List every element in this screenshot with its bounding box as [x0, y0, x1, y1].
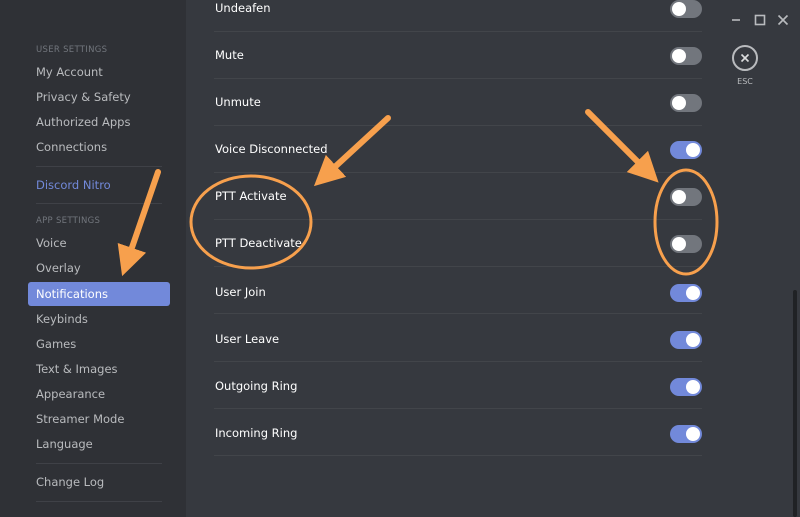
sidebar-item-streamer-mode[interactable]: Streamer Mode: [28, 407, 170, 431]
maximize-icon: [754, 14, 766, 26]
minimize-button[interactable]: [728, 12, 744, 28]
notification-row: PTT Activate: [214, 173, 702, 220]
toggle-knob: [672, 49, 686, 63]
notifications-panel: Undeafen Mute Unmute Voice Disconnected …: [186, 0, 716, 517]
close-x-icon: [740, 53, 750, 63]
notification-row: Undeafen: [214, 0, 702, 32]
sidebar-item-privacy-safety[interactable]: Privacy & Safety: [28, 85, 170, 109]
app-settings-header: APP SETTINGS: [36, 216, 101, 226]
toggle-knob: [686, 427, 700, 441]
notification-row: Incoming Ring: [214, 409, 702, 456]
esc-label: ESC: [737, 77, 753, 86]
notification-row: User Join: [214, 267, 702, 314]
maximize-button[interactable]: [752, 12, 768, 28]
sidebar-divider: [36, 501, 162, 502]
sidebar-item-overlay[interactable]: Overlay: [28, 256, 170, 280]
sidebar-item-voice[interactable]: Voice: [28, 231, 170, 255]
sidebar-item-notifications[interactable]: Notifications: [28, 282, 170, 306]
row-label-undeafen: Undeafen: [215, 1, 271, 15]
close-icon: [777, 14, 789, 26]
toggle-knob: [686, 333, 700, 347]
sidebar-item-language[interactable]: Language: [28, 432, 170, 456]
row-label-outgoing-ring: Outgoing Ring: [215, 379, 298, 393]
close-window-button[interactable]: [775, 12, 791, 28]
sidebar-divider: [36, 463, 162, 464]
sidebar-item-change-log[interactable]: Change Log: [28, 470, 170, 494]
toggle-knob: [686, 286, 700, 300]
row-label-incoming-ring: Incoming Ring: [215, 426, 298, 440]
row-label-voice-disconnected: Voice Disconnected: [215, 142, 328, 156]
sidebar-divider: [36, 203, 162, 204]
sidebar-item-games[interactable]: Games: [28, 332, 170, 356]
row-label-mute: Mute: [215, 48, 244, 62]
settings-sidebar: USER SETTINGS My Account Privacy & Safet…: [0, 0, 186, 517]
sidebar-divider: [36, 166, 162, 167]
sidebar-item-text-images[interactable]: Text & Images: [28, 357, 170, 381]
sidebar-item-appearance[interactable]: Appearance: [28, 382, 170, 406]
notification-row: Voice Disconnected: [214, 126, 702, 173]
toggle-knob: [672, 237, 686, 251]
toggle-ptt-activate[interactable]: [670, 188, 702, 206]
sidebar-item-authorized-apps[interactable]: Authorized Apps: [28, 110, 170, 134]
notification-row: Unmute: [214, 79, 702, 126]
toggle-knob: [686, 143, 700, 157]
notification-row: Outgoing Ring: [214, 362, 702, 409]
close-settings-button[interactable]: [732, 45, 758, 71]
toggle-incoming-ring[interactable]: [670, 425, 702, 443]
toggle-ptt-deactivate[interactable]: [670, 235, 702, 253]
row-label-unmute: Unmute: [215, 95, 261, 109]
sidebar-item-keybinds[interactable]: Keybinds: [28, 307, 170, 331]
toggle-user-join[interactable]: [670, 284, 702, 302]
row-label-ptt-deactivate: PTT Deactivate: [215, 236, 302, 250]
toggle-unmute[interactable]: [670, 94, 702, 112]
scrollbar[interactable]: [793, 290, 797, 517]
notification-row: PTT Deactivate: [214, 220, 702, 267]
toggle-outgoing-ring[interactable]: [670, 378, 702, 396]
toggle-voice-disconnected[interactable]: [670, 141, 702, 159]
notification-row: User Leave: [214, 315, 702, 362]
toggle-knob: [672, 96, 686, 110]
sidebar-item-discord-nitro[interactable]: Discord Nitro: [28, 173, 170, 197]
toggle-undeafen[interactable]: [670, 0, 702, 18]
notification-row: Mute: [214, 32, 702, 79]
toggle-knob: [686, 380, 700, 394]
toggle-user-leave[interactable]: [670, 331, 702, 349]
row-label-user-leave: User Leave: [215, 332, 280, 346]
row-label-ptt-activate: PTT Activate: [215, 189, 287, 203]
sidebar-item-connections[interactable]: Connections: [28, 135, 170, 159]
minimize-icon: [732, 19, 740, 21]
toggle-knob: [672, 2, 686, 16]
toggle-mute[interactable]: [670, 47, 702, 65]
row-label-user-join: User Join: [215, 285, 266, 299]
toggle-knob: [672, 190, 686, 204]
sidebar-item-my-account[interactable]: My Account: [28, 60, 170, 84]
user-settings-header: USER SETTINGS: [36, 45, 108, 55]
